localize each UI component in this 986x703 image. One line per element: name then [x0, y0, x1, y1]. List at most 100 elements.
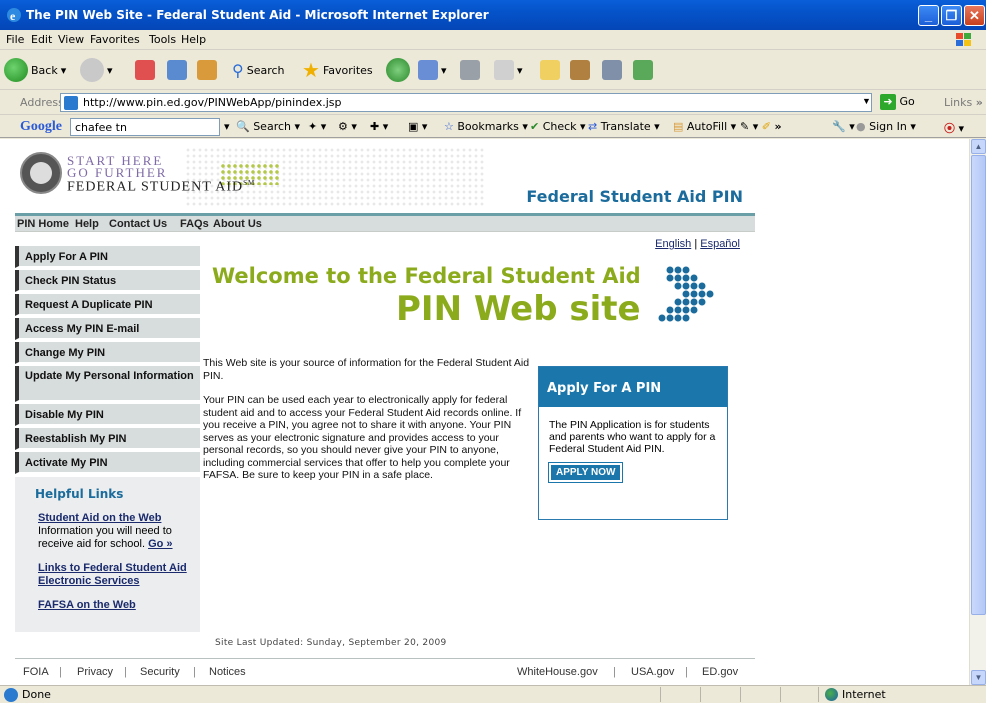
back-button[interactable]: Back ▾ — [4, 56, 66, 84]
window-title: The PIN Web Site - Federal Student Aid -… — [26, 8, 489, 22]
spell-check-icon: ✔ — [530, 120, 540, 133]
sidebar-item-update-info[interactable]: Update My Personal Information — [15, 366, 200, 402]
sidebar-item-apply[interactable]: Apply For A PIN — [15, 246, 200, 268]
footer-whitehouse[interactable]: WhiteHouse.gov — [517, 666, 598, 678]
stop-button[interactable] — [135, 56, 155, 84]
books-icon — [570, 60, 590, 80]
go-button[interactable]: ➜ Go — [880, 94, 915, 110]
footer-ed-gov[interactable]: ED.gov — [702, 666, 738, 678]
go-label: Go — [899, 95, 915, 108]
sidebar-item-activate[interactable]: Activate My PIN — [15, 452, 200, 474]
status-divider — [740, 687, 741, 702]
history-button[interactable] — [386, 56, 410, 84]
footer-notices[interactable]: Notices — [209, 666, 246, 678]
highlight-button[interactable]: ✎ ▾ ✐ » — [740, 120, 782, 133]
scrollbar-thumb[interactable] — [971, 155, 986, 615]
go-arrow-icon: ➜ — [880, 94, 896, 110]
lang-separator: | — [694, 238, 698, 250]
electronic-services-link[interactable]: Links to Federal Student Aid Electronic … — [38, 562, 187, 587]
edit-button[interactable]: ▾ — [494, 56, 523, 84]
footer-usa-gov[interactable]: USA.gov — [631, 666, 674, 678]
close-button[interactable]: ✕ — [964, 5, 985, 26]
google-dropdown-icon[interactable]: ▾ — [224, 120, 230, 133]
google-popup-button[interactable]: ⚙ ▾ — [338, 120, 357, 133]
footer-separator: | — [59, 666, 62, 678]
autofill-label: AutoFill — [686, 120, 728, 133]
espanol-link[interactable]: Español — [700, 238, 740, 250]
sidebar-item-change-pin[interactable]: Change My PIN — [15, 342, 200, 364]
favorites-button[interactable]: ★ Favorites — [302, 56, 373, 84]
folder-icon — [540, 60, 560, 80]
fafsa-link[interactable]: FAFSA on the Web — [38, 599, 136, 611]
star-icon: ★ — [302, 58, 320, 82]
menu-help[interactable]: Help — [181, 33, 206, 46]
links-button[interactable]: Links » — [944, 96, 983, 109]
student-aid-go-link[interactable]: Go » — [148, 538, 172, 550]
mail-button[interactable]: ▾ — [418, 56, 447, 84]
google-search-input[interactable]: chafee tn — [70, 118, 220, 136]
forward-button[interactable]: ▾ — [80, 56, 113, 84]
messenger-button[interactable] — [602, 56, 622, 84]
logo-tm: SM — [243, 179, 256, 187]
menu-tools[interactable]: Tools — [149, 33, 176, 46]
language-switcher: English | Español — [655, 238, 740, 250]
intro-paragraph-1: This Web site is your source of informat… — [203, 357, 530, 382]
menu-edit[interactable]: Edit — [31, 33, 52, 46]
maximize-button[interactable]: ❐ — [941, 5, 962, 26]
helpful-link-electronic-services: Links to Federal Student Aid Electronic … — [38, 562, 198, 588]
sidebar-item-disable[interactable]: Disable My PIN — [15, 404, 200, 426]
footer-separator: | — [685, 666, 688, 678]
footer-privacy[interactable]: Privacy — [77, 666, 113, 678]
sign-in-button[interactable]: ● Sign In ▾ — [856, 120, 916, 133]
pin-dot-logo-icon — [658, 266, 714, 322]
english-link[interactable]: English — [655, 238, 691, 250]
address-dropdown-icon[interactable]: ▼ — [862, 96, 871, 106]
menu-favorites[interactable]: Favorites — [90, 33, 140, 46]
bookmarks-button[interactable]: ☆ Bookmarks ▾ — [444, 120, 528, 133]
student-aid-link[interactable]: Student Aid on the Web — [38, 512, 161, 524]
adobe-pdf-button[interactable]: ⦿ ▾ — [944, 120, 964, 136]
nav-help[interactable]: Help — [75, 218, 99, 230]
search-label: Search — [246, 63, 285, 77]
footer-security[interactable]: Security — [140, 666, 180, 678]
wrench-button[interactable]: 🔧 ▾ — [832, 120, 855, 133]
pagerank-button[interactable]: ▣ ▾ — [408, 120, 427, 133]
minimize-button[interactable]: _ — [918, 5, 939, 26]
discuss-button[interactable] — [540, 56, 560, 84]
sidebar-item-reestablish[interactable]: Reestablish My PIN — [15, 428, 200, 450]
menu-view[interactable]: View — [58, 33, 84, 46]
apply-now-button[interactable]: APPLY NOW — [547, 462, 624, 483]
sidebar-item-check-status[interactable]: Check PIN Status — [15, 270, 200, 292]
bookmarks-label: Bookmarks — [457, 120, 519, 133]
autofill-button[interactable]: ▤ AutoFill ▾ — [673, 120, 736, 133]
menu-file[interactable]: File — [6, 33, 24, 46]
scroll-down-arrow-icon[interactable]: ▼ — [971, 670, 986, 685]
sidebar-item-duplicate[interactable]: Request A Duplicate PIN — [15, 294, 200, 316]
vertical-scrollbar[interactable]: ▲ ▼ — [969, 139, 986, 685]
helpful-links-heading: Helpful Links — [35, 487, 124, 501]
nav-faqs[interactable]: FAQs — [180, 218, 209, 230]
contacts-button[interactable] — [633, 56, 653, 84]
google-plus-button[interactable]: ✚ ▾ — [370, 120, 388, 133]
scroll-up-arrow-icon[interactable]: ▲ — [971, 139, 986, 154]
windows-logo-icon — [956, 33, 971, 46]
address-input[interactable]: http://www.pin.ed.gov/PINWebApp/pinindex… — [60, 93, 872, 112]
research-button[interactable] — [570, 56, 590, 84]
footer-foia[interactable]: FOIA — [23, 666, 49, 678]
back-label: Back — [31, 63, 58, 77]
home-button[interactable] — [197, 56, 217, 84]
sidebar-item-access-email[interactable]: Access My PIN E-mail — [15, 318, 200, 340]
nav-pin-home[interactable]: PIN Home — [17, 218, 69, 230]
nav-about-us[interactable]: About Us — [213, 218, 262, 230]
search-button[interactable]: ⚲ Search — [232, 56, 285, 84]
google-logo: Google — [20, 119, 62, 134]
print-button[interactable] — [460, 56, 480, 84]
nav-contact-us[interactable]: Contact Us — [109, 218, 167, 230]
google-news-button[interactable]: ✦ ▾ — [308, 120, 326, 133]
translate-button[interactable]: ⇄ Translate ▾ — [588, 120, 660, 133]
check-label: Check — [542, 120, 577, 133]
intro-paragraph-2: Your PIN can be used each year to electr… — [203, 394, 522, 481]
refresh-button[interactable] — [167, 56, 187, 84]
google-search-button[interactable]: 🔍 Search ▾ — [236, 120, 300, 133]
spell-check-button[interactable]: ✔ Check ▾ — [530, 120, 586, 133]
